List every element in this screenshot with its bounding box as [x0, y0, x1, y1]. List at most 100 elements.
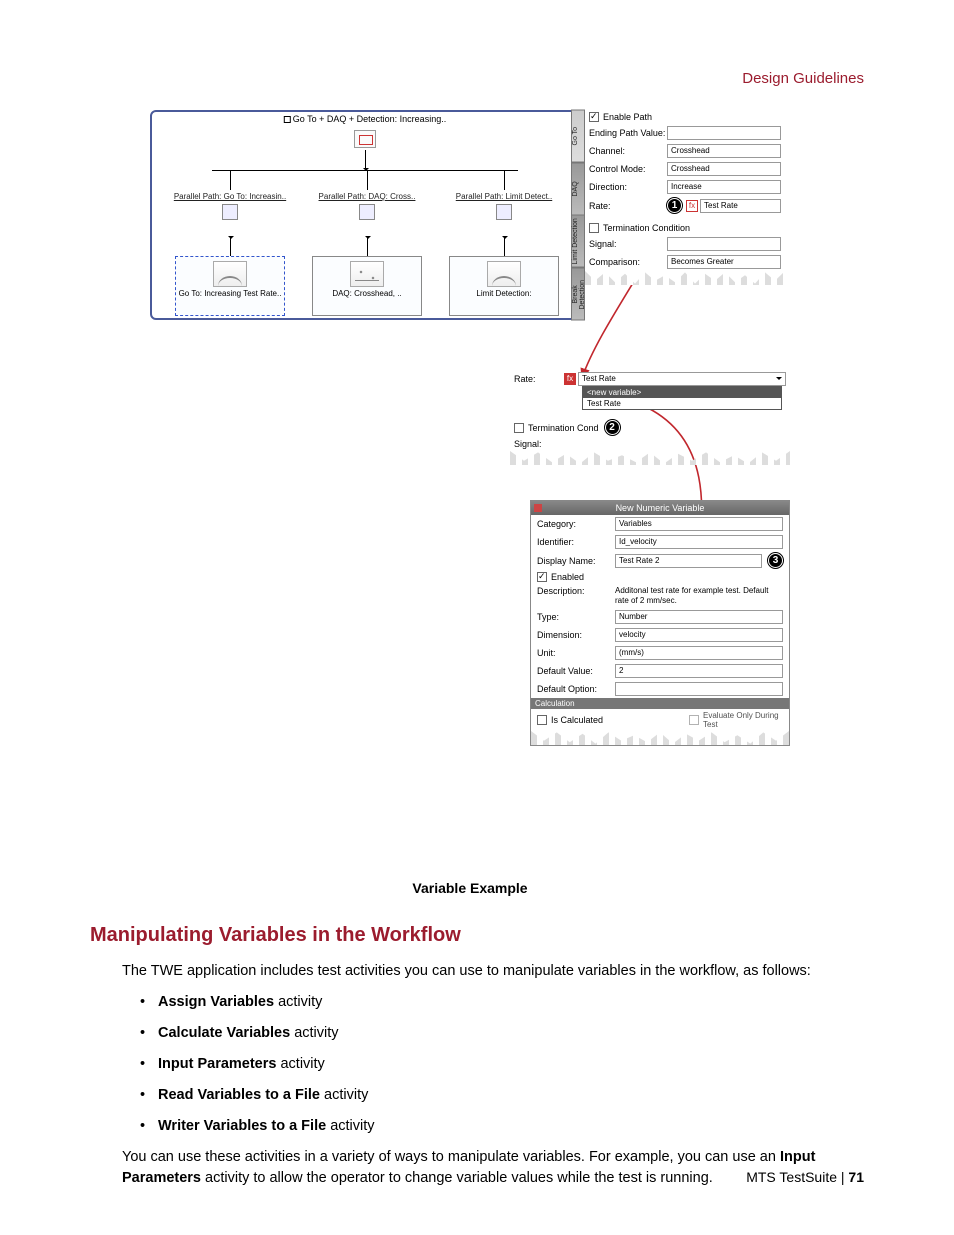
nv-desc-label: Description: — [537, 586, 615, 596]
torn-edge-3 — [531, 731, 789, 745]
nv-calc-section: Calculation — [531, 698, 789, 709]
intro-paragraph: The TWE application includes test activi… — [122, 961, 864, 982]
new-variable-dialog: New Numeric Variable Category:Variables … — [530, 500, 790, 746]
nv-display-field[interactable]: Test Rate 2 — [615, 554, 762, 568]
list-item: Writer Variables to a File activity — [140, 1116, 864, 1137]
block-daq[interactable]: DAQ: Crosshead, .. — [312, 256, 422, 316]
list-item: Input Parameters activity — [140, 1054, 864, 1075]
rate-field[interactable]: Test Rate — [700, 199, 781, 213]
nv-defv-label: Default Value: — [537, 666, 615, 676]
channel-label: Channel: — [589, 146, 667, 156]
callout-2: 2 — [605, 420, 620, 435]
nv-type-label: Type: — [537, 612, 615, 622]
popout-term-checkbox[interactable] — [514, 423, 524, 433]
nv-category-label: Category: — [537, 519, 615, 529]
activity-list: Assign Variables activity Calculate Vari… — [140, 992, 864, 1137]
list-item: Read Variables to a File activity — [140, 1085, 864, 1106]
nv-defo-field[interactable] — [615, 682, 783, 696]
wave-icon — [350, 261, 384, 287]
header-section-title: Design Guidelines — [742, 70, 864, 87]
nv-type-field[interactable]: Number — [615, 610, 783, 624]
nv-identifier-field[interactable]: Id_velocity — [615, 535, 783, 549]
popout-term-label: Termination Cond — [528, 423, 599, 433]
tab-daq[interactable]: DAQ — [571, 163, 585, 216]
dd-opt-new[interactable]: <new variable> — [583, 387, 781, 398]
parallel-path-2: Parallel Path: DAQ: Cross.. DAQ: Crosshe… — [307, 192, 427, 316]
rate-label: Rate: — [589, 201, 667, 211]
comparison-label: Comparison: — [589, 257, 667, 267]
figure-caption: Variable Example — [150, 880, 790, 896]
enable-path-label: Enable Path — [603, 112, 652, 122]
pp3-icon — [496, 204, 512, 220]
nv-identifier-label: Identifier: — [537, 537, 615, 547]
tab-goto[interactable]: Go To — [571, 110, 585, 163]
signal-field[interactable] — [667, 237, 781, 251]
pp2-label: Parallel Path: DAQ: Cross.. — [307, 192, 427, 201]
block-limit-label: Limit Detection: — [450, 289, 558, 298]
nv-dim-label: Dimension: — [537, 630, 615, 640]
parallel-path-3: Parallel Path: Limit Detect.. Limit Dete… — [444, 192, 564, 316]
pp1-label: Parallel Path: Go To: Increasin.. — [170, 192, 290, 201]
channel-field[interactable]: Crosshead — [667, 144, 781, 158]
nv-enabled-checkbox[interactable] — [537, 572, 547, 582]
ending-path-field[interactable] — [667, 126, 781, 140]
rate-dropdown-list: <new variable> Test Rate — [582, 386, 782, 410]
nv-iscalc-checkbox[interactable] — [537, 715, 547, 725]
comparison-field[interactable]: Becomes Greater — [667, 255, 781, 269]
nv-unit-label: Unit: — [537, 648, 615, 658]
popout-rate-field[interactable]: Test Rate — [578, 372, 786, 386]
tab-break[interactable]: Break Detection — [571, 268, 585, 321]
callout-3: 3 — [768, 553, 783, 568]
enable-path-checkbox[interactable] — [589, 112, 599, 122]
list-item: Assign Variables activity — [140, 992, 864, 1013]
curve-icon2 — [487, 261, 521, 287]
figure: Go To + DAQ + Detection: Increasing.. Pa… — [150, 110, 790, 896]
direction-label: Direction: — [589, 182, 667, 192]
tab-limit[interactable]: Limit Detection — [571, 215, 585, 268]
pp1-icon — [222, 204, 238, 220]
list-item: Calculate Variables activity — [140, 1023, 864, 1044]
pp2-icon — [359, 204, 375, 220]
body-text: The TWE application includes test activi… — [122, 961, 864, 1189]
block-daq-label: DAQ: Crosshead, .. — [313, 289, 421, 298]
fx-icon-2[interactable]: fx — [564, 373, 576, 385]
pp3-label: Parallel Path: Limit Detect.. — [444, 192, 564, 201]
popout-signal-label: Signal: — [514, 439, 564, 449]
nv-unit-field[interactable]: (mm/s) — [615, 646, 783, 660]
torn-edge-2 — [510, 451, 790, 465]
nv-display-label: Display Name: — [537, 556, 615, 566]
nv-evalonly-checkbox[interactable] — [689, 715, 699, 725]
rate-dropdown-popout: Rate: fx Test Rate <new variable> Test R… — [510, 370, 790, 465]
curve-icon — [213, 261, 247, 287]
workflow-title: Go To + DAQ + Detection: Increasing.. — [282, 114, 448, 124]
nv-defv-field[interactable]: 2 — [615, 664, 783, 678]
termination-label: Termination Condition — [603, 223, 690, 233]
nv-evalonly-label: Evaluate Only During Test — [703, 711, 783, 729]
page-footer: MTS TestSuite | 71 — [746, 1169, 864, 1185]
fx-icon[interactable]: fx — [686, 200, 698, 212]
ending-path-label: Ending Path Value: — [589, 128, 667, 138]
popout-rate-label: Rate: — [514, 374, 564, 384]
dialog-titlebar: New Numeric Variable — [531, 501, 789, 515]
block-goto[interactable]: Go To: Increasing Test Rate.. — [175, 256, 285, 316]
properties-tabs: Go To DAQ Limit Detection Break Detectio… — [571, 110, 585, 320]
block-goto-label: Go To: Increasing Test Rate.. — [176, 289, 284, 298]
controlmode-label: Control Mode: — [589, 164, 667, 174]
nv-dim-field[interactable]: velocity — [615, 628, 783, 642]
callout-1: 1 — [667, 198, 682, 213]
nv-category-field[interactable]: Variables — [615, 517, 783, 531]
torn-edge — [585, 271, 785, 285]
termination-checkbox[interactable] — [589, 223, 599, 233]
controlmode-field[interactable]: Crosshead — [667, 162, 781, 176]
direction-field[interactable]: Increase — [667, 180, 781, 194]
signal-label: Signal: — [589, 239, 667, 249]
nv-desc-field[interactable]: Additonal test rate for example test. De… — [615, 586, 783, 606]
block-limit[interactable]: Limit Detection: — [449, 256, 559, 316]
nv-iscalc-label: Is Calculated — [551, 715, 603, 725]
nv-enabled-label: Enabled — [551, 572, 584, 582]
section-heading: Manipulating Variables in the Workflow — [90, 924, 864, 947]
dialog-title: New Numeric Variable — [616, 503, 705, 513]
properties-panel: Go To DAQ Limit Detection Break Detectio… — [585, 110, 785, 285]
dd-opt-testrate[interactable]: Test Rate — [583, 398, 781, 409]
nv-defo-label: Default Option: — [537, 684, 615, 694]
